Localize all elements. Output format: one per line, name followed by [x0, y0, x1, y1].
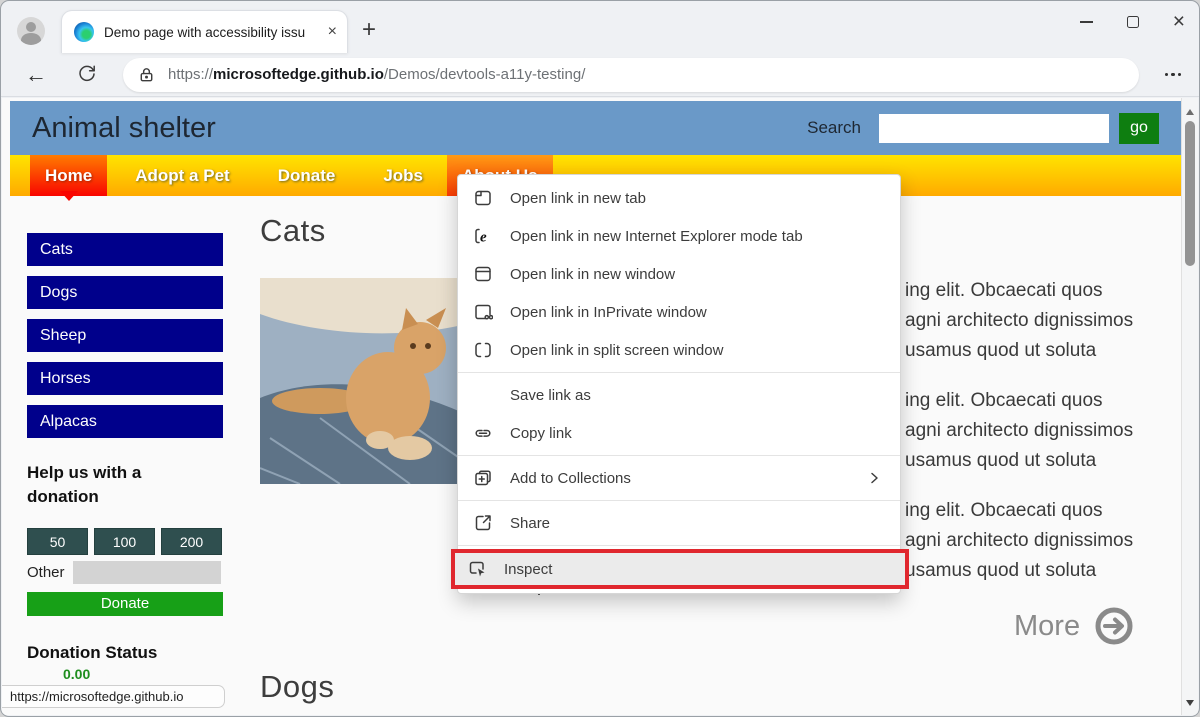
maximize-button[interactable] [1127, 16, 1139, 28]
paragraph: ing elit. Obcaecati quosagni architecto … [905, 276, 1165, 366]
dogs-heading: Dogs [260, 669, 334, 705]
tab-title: Demo page with accessibility issu [104, 25, 316, 40]
lock-icon [137, 65, 156, 84]
browser-menu-icon[interactable] [1165, 73, 1182, 77]
paragraph: ing elit. Obcaecati quosagni architecto … [905, 386, 1165, 476]
edge-favicon-icon [74, 22, 94, 42]
window-controls: × [1080, 15, 1185, 29]
menu-item-open-inprivate-window[interactable]: Open link in InPrivate window [458, 293, 900, 331]
cat-photo[interactable] [260, 278, 474, 484]
body-text-column: ing elit. Obcaecati quosagni architecto … [905, 276, 1165, 606]
donation-status-value: 0.00 [63, 666, 90, 682]
url-scheme: https:// [168, 66, 213, 83]
site-title: Animal shelter [32, 112, 216, 145]
menu-separator [458, 372, 900, 373]
inspect-icon [467, 559, 487, 579]
status-bar-url: https://microsoftedge.github.io [2, 685, 225, 708]
sidebar-item-dogs[interactable]: Dogs [27, 276, 223, 309]
scrollbar-thumb[interactable] [1185, 121, 1195, 266]
nav-item-adopt-a-pet[interactable]: Adopt a Pet [120, 155, 244, 196]
search-label: Search [807, 118, 861, 138]
amount-50-button[interactable]: 50 [27, 528, 88, 555]
minimize-button[interactable] [1080, 21, 1093, 23]
amount-100-button[interactable]: 100 [94, 528, 155, 555]
sidebar-item-horses[interactable]: Horses [27, 362, 223, 395]
search-input[interactable] [879, 114, 1109, 143]
menu-separator [458, 500, 900, 501]
amount-200-button[interactable]: 200 [161, 528, 222, 555]
share-icon [473, 513, 493, 533]
new-tab-icon [473, 188, 493, 208]
address-bar[interactable]: https://microsoftedge.github.io/Demos/de… [123, 58, 1139, 92]
scroll-up-icon[interactable] [1186, 105, 1194, 115]
avatar-person-icon [21, 33, 41, 45]
nav-item-home[interactable]: Home [30, 155, 107, 196]
other-amount-label: Other [27, 564, 65, 581]
menu-item-open-ie-mode-tab[interactable]: e Open link in new Internet Explorer mod… [458, 217, 900, 255]
inprivate-icon [473, 302, 493, 322]
menu-item-open-new-window[interactable]: Open link in new window [458, 255, 900, 293]
sidebar-item-cats[interactable]: Cats [27, 233, 223, 266]
menu-item-open-split-screen[interactable]: Open link in split screen window [458, 331, 900, 369]
new-tab-button[interactable]: + [362, 20, 376, 40]
active-tab-pointer [60, 191, 78, 210]
donation-heading: Help us with a donation [27, 461, 177, 509]
other-amount-input[interactable] [73, 561, 221, 584]
window-close-button[interactable]: × [1173, 15, 1185, 29]
browser-window: Demo page with accessibility issu × + × … [0, 0, 1200, 717]
url-host: microsoftedge.github.io [213, 66, 384, 83]
cats-heading: Cats [260, 213, 326, 249]
context-menu: Open link in new tab e Open link in new … [457, 174, 901, 594]
menu-separator [458, 455, 900, 456]
page-viewport: Animal shelter Search go Home Adopt a Pe… [2, 98, 1198, 715]
sidebar-item-sheep[interactable]: Sheep [27, 319, 223, 352]
sidebar-item-alpacas[interactable]: Alpacas [27, 405, 223, 438]
paragraph: ing elit. Obcaecati quosagni architecto … [905, 496, 1165, 586]
split-screen-icon [473, 340, 493, 360]
submenu-chevron-icon [866, 470, 882, 486]
menu-item-share[interactable]: Share [458, 504, 900, 542]
scrollbar[interactable] [1181, 98, 1198, 715]
ie-mode-icon: e [473, 226, 493, 246]
search-area: Search go [807, 113, 1159, 144]
collections-icon [473, 468, 493, 488]
avatar-person-icon [26, 22, 36, 32]
site-header: Animal shelter Search go [10, 101, 1181, 155]
more-label: More [1014, 610, 1080, 643]
scroll-down-icon[interactable] [1186, 700, 1194, 710]
url-path: /Demos/devtools-a11y-testing/ [384, 66, 585, 83]
donation-amounts: 50 100 200 [27, 528, 223, 555]
sidebar: Cats Dogs Sheep Horses Alpacas Help us w… [27, 233, 223, 663]
menu-item-copy-link[interactable]: Copy link [458, 414, 900, 452]
donation-status-heading: Donation Status [27, 643, 223, 663]
new-window-icon [473, 264, 493, 284]
tab-strip: Demo page with accessibility issu × + × [1, 1, 1199, 53]
svg-text:e: e [480, 230, 487, 246]
back-icon[interactable]: ← [25, 62, 47, 88]
menu-item-add-to-collections[interactable]: Add to Collections [458, 459, 900, 497]
menu-item-save-link-as[interactable]: Save link as [458, 376, 900, 414]
more-link[interactable]: More [1014, 606, 1134, 646]
nav-item-jobs[interactable]: Jobs [368, 155, 438, 196]
browser-tab[interactable]: Demo page with accessibility issu × [61, 10, 348, 53]
no-icon [473, 385, 493, 405]
nav-item-donate[interactable]: Donate [263, 155, 351, 196]
tab-close-icon[interactable]: × [328, 24, 337, 40]
donate-button[interactable]: Donate [27, 592, 223, 616]
profile-avatar[interactable] [17, 17, 45, 45]
copy-link-icon [473, 423, 493, 443]
menu-item-open-new-tab[interactable]: Open link in new tab [458, 179, 900, 217]
browser-toolbar: ← https://microsoftedge.github.io/Demos/… [1, 53, 1199, 97]
arrow-right-circle-icon [1094, 606, 1134, 646]
go-button[interactable]: go [1119, 113, 1159, 144]
refresh-icon[interactable] [77, 62, 97, 87]
menu-separator [458, 545, 900, 546]
menu-item-inspect[interactable]: Inspect [451, 549, 909, 589]
